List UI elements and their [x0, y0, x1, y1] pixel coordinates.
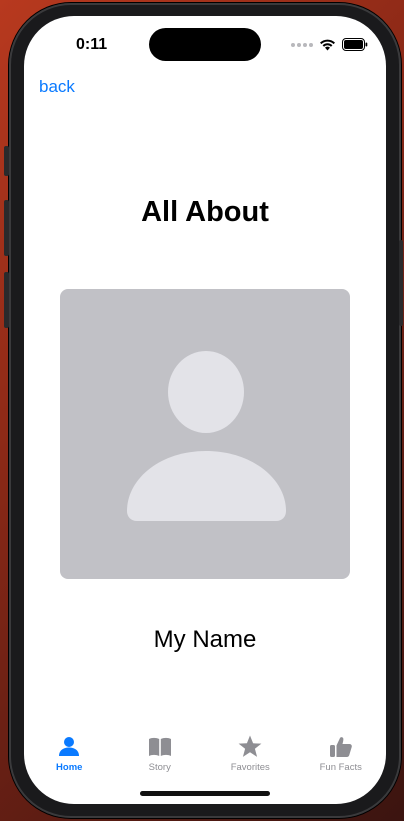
- tab-label: Favorites: [230, 762, 270, 773]
- power-button: [399, 240, 403, 326]
- profile-name: My Name: [153, 626, 257, 653]
- tab-favorites[interactable]: Favorites: [205, 728, 296, 778]
- cellular-signal-icon: [291, 42, 313, 47]
- status-icons: [291, 38, 368, 51]
- person-icon: [59, 737, 80, 756]
- tab-home[interactable]: Home: [24, 728, 115, 778]
- dynamic-island: [149, 28, 261, 61]
- tab-bar: Home Story Favorites Fun Facts: [24, 728, 386, 778]
- tab-label: Story: [148, 762, 171, 773]
- volume-down-button: [4, 272, 9, 328]
- wifi-icon: [320, 39, 335, 51]
- star-icon: [238, 735, 262, 757]
- battery-icon: [342, 38, 368, 51]
- person-placeholder-icon: [127, 351, 286, 521]
- home-indicator[interactable]: [140, 791, 270, 796]
- action-button: [4, 146, 9, 176]
- page-title: All About: [141, 196, 269, 228]
- tab-label: Home: [56, 762, 83, 773]
- tab-label: Fun Facts: [319, 762, 362, 773]
- thumbs-up-icon: [329, 737, 352, 757]
- back-button[interactable]: back: [39, 77, 75, 97]
- tab-story[interactable]: Story: [115, 728, 206, 778]
- volume-up-button: [4, 200, 9, 256]
- profile-photo: [60, 289, 350, 579]
- tab-fun-facts[interactable]: Fun Facts: [296, 728, 387, 778]
- app-screen: 0:11 back All About My Name Home Story F…: [24, 16, 386, 804]
- book-icon: [148, 737, 171, 756]
- status-time: 0:11: [76, 36, 108, 53]
